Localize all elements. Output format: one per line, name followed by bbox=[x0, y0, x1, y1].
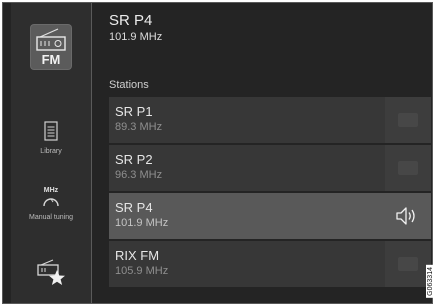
station-name: SR P1 bbox=[115, 104, 153, 119]
manual-tuning-mhz-label: MHz bbox=[43, 187, 59, 194]
now-playing-header: SR P4 101.9 MHz bbox=[109, 11, 162, 44]
image-code: G063314 bbox=[426, 265, 435, 298]
station-frequency: 105.9 MHz bbox=[115, 265, 169, 277]
station-list: SR P1 89.3 MHz SR P2 96.3 MHz SR P4 101.… bbox=[109, 97, 431, 289]
station-name: SR P2 bbox=[115, 152, 153, 167]
radio-favorite-icon bbox=[35, 259, 67, 291]
station-action-area bbox=[385, 145, 431, 191]
now-playing-frequency: 101.9 MHz bbox=[109, 31, 163, 43]
now-playing-station: SR P4 bbox=[109, 12, 153, 29]
placeholder-icon bbox=[398, 161, 418, 175]
library-icon bbox=[44, 121, 58, 145]
station-frequency: 101.9 MHz bbox=[115, 217, 169, 229]
sidebar: FM Library MHz Manual tuning bbox=[11, 3, 92, 303]
station-action-area bbox=[385, 97, 431, 143]
speaker-icon bbox=[395, 205, 419, 232]
station-row-active[interactable]: SR P4 101.9 MHz bbox=[109, 193, 431, 239]
station-name: RIX FM bbox=[115, 248, 160, 263]
station-action-area bbox=[385, 193, 431, 239]
station-frequency: 96.3 MHz bbox=[115, 169, 163, 181]
placeholder-icon bbox=[398, 113, 418, 127]
stations-heading: Stations bbox=[109, 79, 149, 91]
fm-label: FM bbox=[41, 52, 61, 67]
manual-tuning-button[interactable]: MHz Manual tuning bbox=[11, 187, 91, 221]
station-row[interactable]: SR P1 89.3 MHz bbox=[109, 97, 431, 143]
favorites-button[interactable] bbox=[11, 259, 91, 292]
library-label: Library bbox=[40, 148, 62, 155]
station-frequency: 89.3 MHz bbox=[115, 121, 163, 133]
station-action-area bbox=[385, 241, 431, 287]
station-name: SR P4 bbox=[115, 200, 153, 215]
fm-radio-button[interactable]: FM bbox=[11, 25, 91, 74]
placeholder-icon bbox=[398, 257, 418, 271]
infotainment-screen: FM Library MHz Manual tuning SR P4 101.9… bbox=[2, 2, 433, 304]
station-row[interactable]: SR P2 96.3 MHz bbox=[109, 145, 431, 191]
radio-icon: FM bbox=[31, 25, 71, 69]
tuning-dial-icon bbox=[41, 194, 61, 211]
manual-tuning-label: Manual tuning bbox=[29, 214, 73, 221]
library-button[interactable]: Library bbox=[11, 121, 91, 155]
station-row[interactable]: RIX FM 105.9 MHz bbox=[109, 241, 431, 287]
